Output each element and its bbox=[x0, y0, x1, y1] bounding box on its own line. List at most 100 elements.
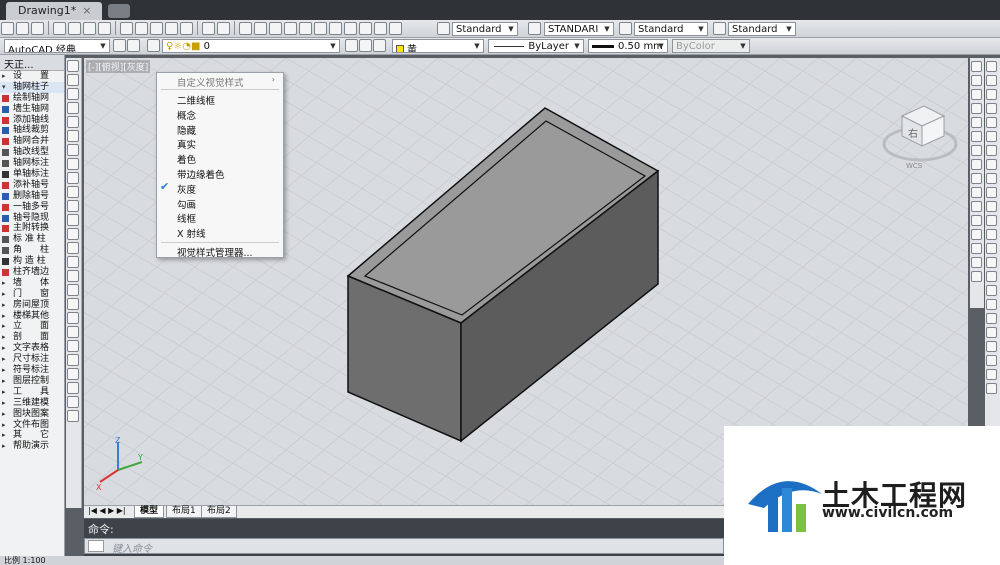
toolbar-tool-icon[interactable] bbox=[971, 103, 982, 114]
toolbar-tool-icon[interactable] bbox=[986, 215, 997, 226]
visual-style-item[interactable]: X 射线 bbox=[177, 226, 206, 240]
palette-item[interactable]: ▸ 文字表格 bbox=[0, 343, 64, 354]
palette-item[interactable]: 墙生轴网 bbox=[0, 104, 64, 115]
toolbar-tool-icon[interactable] bbox=[986, 187, 997, 198]
command-history-icon[interactable] bbox=[88, 540, 104, 552]
properties-icon[interactable] bbox=[299, 22, 312, 35]
palette-item[interactable]: 标 准 柱 bbox=[0, 234, 64, 245]
toolbar-tool-icon[interactable] bbox=[986, 173, 997, 184]
palette-item[interactable]: ▾ 轴网柱子 bbox=[0, 81, 64, 93]
workspace-select[interactable]: AutoCAD 经典 ▼ bbox=[4, 39, 110, 53]
visual-style-item[interactable]: 灰度 bbox=[177, 182, 196, 196]
visual-style-item[interactable]: 二维线框 bbox=[177, 93, 215, 107]
publish-icon[interactable] bbox=[83, 22, 96, 35]
design-center-icon[interactable] bbox=[314, 22, 327, 35]
quickcalc-icon[interactable] bbox=[374, 22, 387, 35]
match-properties-icon[interactable] bbox=[165, 22, 178, 35]
tab-drawing1[interactable]: Drawing1* × bbox=[6, 2, 102, 20]
toolbar-tool-icon[interactable] bbox=[971, 75, 982, 86]
toolbar-tool-icon[interactable] bbox=[971, 173, 982, 184]
palette-item[interactable]: 主附转换 bbox=[0, 223, 64, 234]
toolbar-tool-icon[interactable] bbox=[67, 340, 79, 352]
visual-style-item[interactable]: 线框 bbox=[177, 211, 196, 225]
toolbar-tool-icon[interactable] bbox=[986, 299, 997, 310]
palette-item[interactable]: ▸ 房间屋顶 bbox=[0, 300, 64, 311]
workspace-settings-icon[interactable] bbox=[113, 39, 126, 52]
open-icon[interactable] bbox=[16, 22, 29, 35]
table-style-select[interactable]: Standard ▼ bbox=[634, 22, 708, 36]
palette-item[interactable]: 轴网标注 bbox=[0, 158, 64, 169]
palette-item[interactable]: ▸ 其 它 bbox=[0, 430, 64, 441]
palette-item[interactable]: 轴改线型 bbox=[0, 147, 64, 158]
new-icon[interactable] bbox=[1, 22, 14, 35]
toolbar-tool-icon[interactable] bbox=[986, 117, 997, 128]
palette-item[interactable]: ▸ 尺寸标注 bbox=[0, 354, 64, 365]
layer-select[interactable]: ♀☼◔■ 0 ▼ bbox=[162, 39, 340, 53]
toolbar-tool-icon[interactable] bbox=[67, 312, 79, 324]
palette-item[interactable]: ▸ 墙 体 bbox=[0, 278, 64, 289]
undo-icon[interactable] bbox=[202, 22, 215, 35]
toolbar-tool-icon[interactable] bbox=[67, 200, 79, 212]
palette-item[interactable]: 添加轴线 bbox=[0, 115, 64, 126]
wcs-label[interactable]: WCS bbox=[906, 162, 923, 170]
make-current-icon[interactable] bbox=[345, 39, 358, 52]
toolbar-tool-icon[interactable] bbox=[986, 327, 997, 338]
palette-item[interactable]: ▸ 帮助演示 bbox=[0, 441, 64, 452]
paste-icon[interactable] bbox=[150, 22, 163, 35]
toolbar-tool-icon[interactable] bbox=[971, 215, 982, 226]
print-icon[interactable] bbox=[53, 22, 66, 35]
palette-item[interactable]: ▸ 门 窗 bbox=[0, 289, 64, 300]
toolbar-tool-icon[interactable] bbox=[986, 341, 997, 352]
toolbar-tool-icon[interactable] bbox=[971, 229, 982, 240]
toolbar-tool-icon[interactable] bbox=[986, 313, 997, 324]
lineweight-select[interactable]: 0.50 mm ▼ bbox=[588, 39, 668, 53]
palette-item[interactable]: ▸ 工 具 bbox=[0, 387, 64, 398]
tab-close-icon[interactable]: × bbox=[82, 4, 91, 17]
toolbar-tool-icon[interactable] bbox=[67, 102, 79, 114]
toolbar-tool-icon[interactable] bbox=[67, 60, 79, 72]
toolbar-tool-icon[interactable] bbox=[971, 271, 982, 282]
visual-style-item[interactable]: 隐藏 bbox=[177, 123, 196, 137]
palette-item[interactable]: ▸ 文件布图 bbox=[0, 420, 64, 431]
toolbar-tool-icon[interactable] bbox=[986, 201, 997, 212]
palette-item[interactable]: 柱齐墙边 bbox=[0, 267, 64, 278]
toolbar-tool-icon[interactable] bbox=[67, 144, 79, 156]
viewport-controls-label[interactable]: [-][俯视][灰度] bbox=[86, 60, 151, 73]
toolbar-tool-icon[interactable] bbox=[986, 61, 997, 72]
toolbar-tool-icon[interactable] bbox=[67, 74, 79, 86]
palette-item[interactable]: ▸ 立 面 bbox=[0, 321, 64, 332]
preview-icon[interactable] bbox=[68, 22, 81, 35]
zoom-realtime-icon[interactable] bbox=[254, 22, 267, 35]
palette-item[interactable]: ▸ 图块图案 bbox=[0, 409, 64, 420]
toolbar-tool-icon[interactable] bbox=[971, 187, 982, 198]
visual-style-item[interactable]: 勾画 bbox=[177, 197, 196, 211]
tool-palettes-icon[interactable] bbox=[329, 22, 342, 35]
visual-style-item[interactable]: 概念 bbox=[177, 108, 196, 122]
tab-layout2[interactable]: 布局2 bbox=[201, 506, 237, 518]
3d-print-icon[interactable] bbox=[98, 22, 111, 35]
redo-icon[interactable] bbox=[217, 22, 230, 35]
toolbar-tool-icon[interactable] bbox=[971, 61, 982, 72]
customize-icon[interactable] bbox=[127, 39, 140, 52]
toolbar-tool-icon[interactable] bbox=[67, 326, 79, 338]
palette-item[interactable]: 一轴多号 bbox=[0, 202, 64, 213]
viewcube[interactable]: 右 WCS bbox=[882, 105, 958, 170]
toolbar-tool-icon[interactable] bbox=[67, 256, 79, 268]
tab-layout1[interactable]: 布局1 bbox=[166, 506, 202, 518]
visual-style-item[interactable]: 真实 bbox=[177, 137, 196, 151]
palette-item[interactable]: ▸ 符号标注 bbox=[0, 365, 64, 376]
text-style-select[interactable]: Standard ▼ bbox=[452, 22, 518, 36]
toolbar-tool-icon[interactable] bbox=[67, 158, 79, 170]
toolbar-tool-icon[interactable] bbox=[971, 89, 982, 100]
palette-item[interactable]: 删除轴号 bbox=[0, 191, 64, 202]
toolbar-tool-icon[interactable] bbox=[986, 75, 997, 86]
palette-item[interactable]: ▸ 设 置 bbox=[0, 71, 64, 82]
toolbar-tool-icon[interactable] bbox=[986, 103, 997, 114]
toolbar-tool-icon[interactable] bbox=[67, 172, 79, 184]
visual-style-manager-item[interactable]: 视觉样式管理器... bbox=[177, 245, 253, 259]
toolbar-tool-icon[interactable] bbox=[986, 383, 997, 394]
palette-item[interactable]: ▸ 剖 面 bbox=[0, 332, 64, 343]
toolbar-tool-icon[interactable] bbox=[67, 130, 79, 142]
layer-manager-icon[interactable] bbox=[147, 39, 160, 52]
cut-icon[interactable] bbox=[120, 22, 133, 35]
